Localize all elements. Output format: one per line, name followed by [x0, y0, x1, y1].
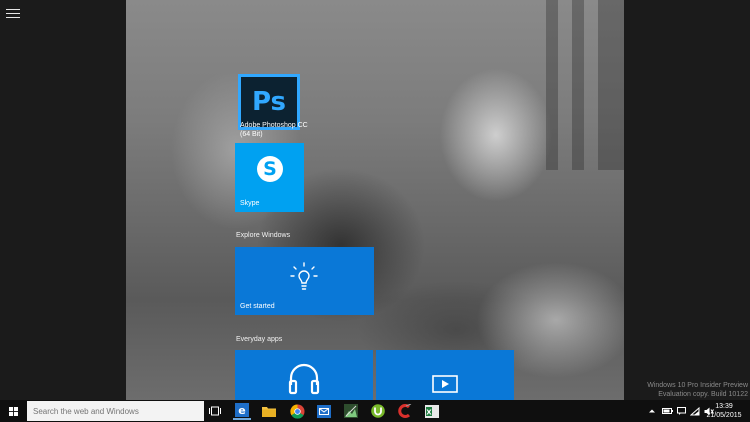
svg-text:e: e	[238, 404, 245, 417]
search-box[interactable]	[27, 401, 204, 422]
desktop: Ps Adobe Photoshop CC (64 Bit) S Skype E…	[0, 0, 750, 422]
photos-app-button[interactable]	[342, 402, 360, 420]
get-started-tile[interactable]: Get started	[235, 247, 374, 315]
search-input[interactable]	[27, 401, 204, 422]
skype-tile[interactable]: S Skype	[235, 143, 304, 212]
group-title-explore: Explore Windows	[236, 232, 291, 239]
chrome-icon	[289, 403, 305, 419]
watermark-line-1: Windows 10 Pro Insider Preview	[647, 382, 748, 389]
video-tile[interactable]	[376, 350, 514, 400]
lightbulb-icon	[290, 262, 318, 290]
message-icon[interactable]	[677, 407, 686, 415]
mail-icon	[317, 404, 331, 418]
svg-text:X: X	[426, 408, 432, 416]
file-explorer-app-button[interactable]	[260, 402, 278, 420]
hamburger-icon[interactable]	[6, 9, 20, 19]
chevron-up-icon[interactable]	[648, 407, 656, 415]
video-play-icon	[432, 375, 458, 393]
chrome-app-button[interactable]	[288, 402, 306, 420]
network-icon[interactable]	[690, 406, 700, 416]
ie-app-button[interactable]: e	[233, 402, 251, 420]
photos-icon	[344, 404, 358, 418]
task-view-icon	[209, 406, 221, 416]
mail-app-button[interactable]	[315, 402, 333, 420]
build-watermark: Windows 10 Pro Insider Preview Evaluatio…	[647, 381, 748, 399]
watermark-line-2: Evaluation copy. Build 10122	[658, 391, 748, 398]
headphones-icon	[288, 363, 320, 395]
taskbar-clock[interactable]: 13:39 21/05/2015	[704, 402, 744, 420]
task-view-button[interactable]	[206, 402, 224, 420]
utorrent-icon	[371, 404, 385, 418]
excel-app-button[interactable]: X	[423, 402, 441, 420]
clock-time: 13:39	[715, 403, 733, 410]
photoshop-tile-label: Adobe Photoshop CC (64 Bit)	[240, 122, 308, 138]
file-explorer-icon	[262, 407, 276, 417]
skype-icon: S	[257, 156, 283, 182]
clock-date: 21/05/2015	[706, 412, 742, 419]
ccleaner-icon	[398, 404, 412, 418]
excel-icon: X	[425, 404, 439, 418]
get-started-tile-label: Get started	[240, 303, 275, 310]
taskbar: e	[0, 400, 750, 422]
ie-icon: e	[235, 403, 249, 417]
start-background-photo	[126, 0, 624, 400]
music-tile[interactable]	[235, 350, 373, 400]
utorrent-app-button[interactable]	[369, 402, 387, 420]
battery-icon[interactable]	[662, 407, 673, 415]
group-title-everyday: Everyday apps	[236, 336, 283, 343]
start-button[interactable]	[0, 400, 26, 422]
windows-logo-icon	[8, 406, 18, 416]
skype-tile-label: Skype	[240, 200, 260, 207]
ccleaner-app-button[interactable]	[396, 402, 414, 420]
